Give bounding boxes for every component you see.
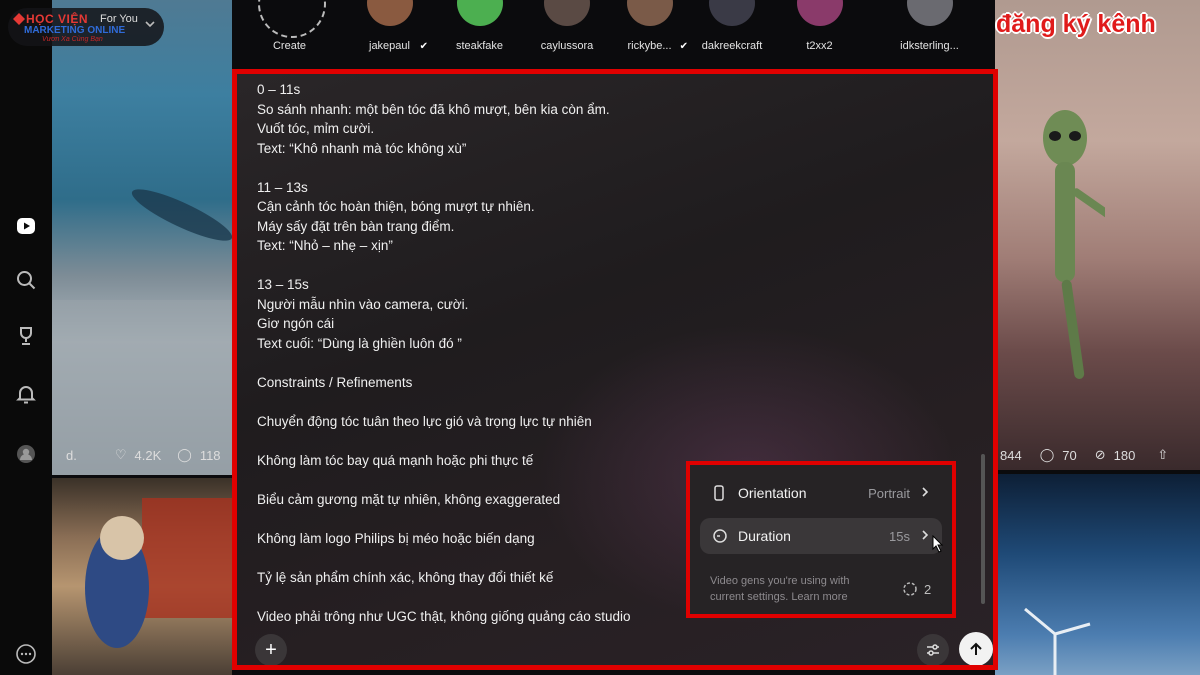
prompt-line: Text cuối: “Dùng là ghiền luôn đó ”: [257, 335, 462, 351]
video-gens-note[interactable]: Video gens you're using with current set…: [710, 573, 880, 605]
creator-name: t2xx2: [806, 40, 833, 52]
view-count: 844: [1000, 447, 1022, 463]
gens-count: 2: [924, 581, 932, 597]
search-icon[interactable]: [14, 268, 38, 292]
more-options-icon[interactable]: [14, 642, 38, 666]
logo-line1: HỌC VIỆN: [26, 12, 89, 26]
prompt-line: Text: “Nhỏ – nhẹ – xịn”: [257, 238, 393, 253]
prompt-line: Text: “Khô nhanh mà tóc không xù”: [257, 140, 467, 156]
creator-name: idksterling...: [900, 40, 959, 52]
settings-toggle-button[interactable]: [917, 634, 949, 665]
duration-label: Duration: [738, 528, 791, 544]
prompt-line: 11 – 13s: [257, 179, 308, 195]
share-icon[interactable]: ⇧: [1157, 447, 1168, 463]
logo-tagline: Vươn Xa Cùng Bạn: [42, 36, 103, 43]
remix-icon[interactable]: ⊘: [1095, 447, 1106, 463]
like-count: 4.2K: [134, 447, 162, 463]
send-button[interactable]: [959, 632, 993, 665]
creator-name: caylussora: [540, 40, 594, 52]
chevron-right-icon: [922, 530, 929, 540]
creator-name: steakfake: [455, 40, 504, 52]
trophy-icon[interactable]: [14, 324, 38, 348]
right-tile-stats: 844 ◯ 70 ⊘ 180 ⇧: [1000, 447, 1168, 463]
duration-row[interactable]: Duration 15s: [700, 518, 942, 554]
feed-video-tile-turbine[interactable]: [995, 474, 1200, 675]
comment-count: 70: [1062, 447, 1077, 463]
creator-avatar[interactable]: [626, 0, 673, 26]
prompt-line: Cận cảnh tóc hoàn thiện, bóng mượt tự nh…: [257, 199, 535, 214]
subscribe-overlay-text: đăng ký kênh: [996, 10, 1156, 38]
creator-item[interactable]: caylussora: [527, 0, 607, 62]
comment-count: 118: [199, 447, 221, 463]
comment-icon[interactable]: ◯: [177, 447, 192, 463]
orientation-label: Orientation: [738, 485, 807, 501]
chevron-right-icon: [922, 487, 929, 497]
prompt-line: [257, 158, 777, 178]
creator-name: Create: [272, 40, 307, 52]
prompt-line: Constraints / Refinements: [257, 374, 413, 390]
prompt-line: Vuốt tóc, mỉm cười.: [257, 121, 375, 136]
creator-item[interactable]: idksterling...: [867, 0, 992, 62]
prompt-line: Giơ ngón cái: [257, 316, 335, 331]
sliders-icon: [927, 644, 939, 656]
prompt-line: [257, 256, 777, 276]
prompt-line: [257, 353, 777, 373]
prompt-line: Người mẫu nhìn vào camera, cười.: [257, 296, 469, 312]
video-settings-popover: Orientation Portrait Duration 15s Video …: [686, 461, 956, 618]
prompt-line: [257, 431, 777, 451]
clock-icon: [713, 529, 727, 543]
creator-avatar[interactable]: [709, 0, 755, 26]
creator-item[interactable]: Create: [232, 0, 347, 62]
profile-avatar-icon[interactable]: [14, 442, 38, 466]
prompt-line: 0 – 11s: [257, 82, 301, 97]
logo-mark-icon: [13, 13, 25, 25]
creator-item[interactable]: dakreekcraft: [692, 0, 772, 62]
prompt-line: Chuyển động tóc tuân theo lực gió và trọ…: [257, 413, 592, 429]
creators-row: Create jakepaul ✔ steakfake caylussora ricky…: [232, 0, 992, 62]
left-tile-stats: d. ♡ 4.2K ◯ 118: [66, 447, 221, 463]
bell-icon[interactable]: [14, 382, 38, 406]
creator-avatar[interactable]: [366, 0, 413, 26]
alien-figure-image: [1043, 110, 1105, 379]
creator-avatar[interactable]: [796, 0, 843, 26]
heart-icon[interactable]: ♡: [115, 447, 127, 463]
creator-name: dakreekcraft: [701, 40, 763, 52]
prompt-line: So sánh nhanh: một bên tóc đã khô mượt, …: [257, 101, 610, 117]
prompt-line: 13 – 15s: [257, 277, 309, 292]
left-nav-rail: [0, 0, 52, 675]
remix-count: 180: [1113, 447, 1136, 463]
creator-item[interactable]: rickybe... ✔: [607, 0, 692, 62]
add-attachment-button[interactable]: +: [255, 634, 287, 665]
feed-video-tile-pool[interactable]: [52, 0, 232, 475]
mouse-cursor-icon: [932, 535, 944, 553]
home-video-icon[interactable]: [14, 214, 38, 238]
phone-portrait-icon: [714, 485, 724, 501]
creator-avatar[interactable]: [456, 0, 503, 26]
arrow-up-icon: [970, 642, 982, 655]
author-label: d.: [66, 447, 77, 463]
scrollbar[interactable]: [981, 454, 985, 604]
duration-value: 15s: [889, 528, 910, 544]
creator-item[interactable]: jakepaul ✔: [347, 0, 432, 62]
brand-logo: HỌC VIỆN MARKETING ONLINE Vươn Xa Cùng B…: [8, 8, 164, 46]
verified-badge-icon: ✔: [419, 41, 428, 52]
comment-icon[interactable]: ◯: [1040, 447, 1055, 463]
orientation-value: Portrait: [868, 485, 910, 501]
creator-avatar[interactable]: [906, 0, 953, 26]
prompt-line: Máy sấy đặt trên bàn trang điểm.: [257, 218, 455, 234]
creator-item[interactable]: steakfake: [432, 0, 527, 62]
creator-item[interactable]: t2xx2: [772, 0, 867, 62]
verified-badge-icon: ✔: [679, 41, 688, 52]
feed-selector-label[interactable]: For You: [100, 13, 138, 25]
gens-badge-icon: [903, 582, 917, 596]
orientation-row[interactable]: Orientation Portrait: [700, 475, 942, 511]
gens-counter: 2: [902, 581, 931, 597]
feed-video-tile-cat[interactable]: [52, 478, 232, 675]
creator-avatar[interactable]: [544, 0, 590, 26]
creator-name: rickybe...: [627, 40, 672, 52]
chevron-down-icon[interactable]: [144, 18, 156, 30]
prompt-line: [257, 392, 777, 412]
creator-name: jakepaul: [369, 40, 410, 52]
logo-line2: MARKETING ONLINE: [24, 25, 126, 36]
